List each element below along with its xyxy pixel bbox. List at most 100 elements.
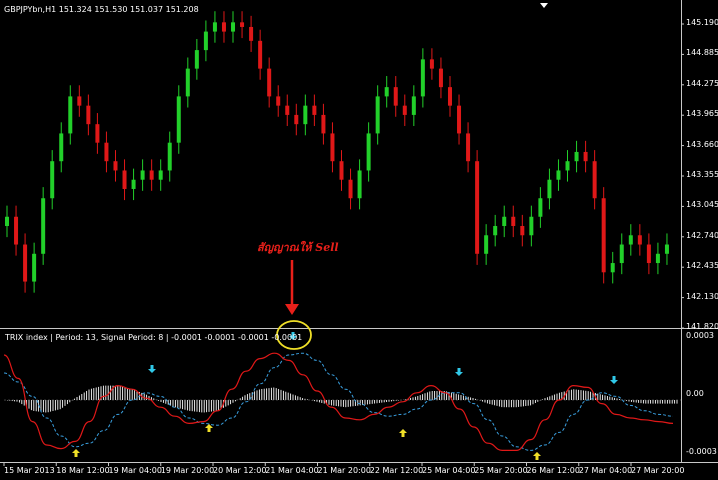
price-tick-label: 143.965 xyxy=(686,109,718,119)
time-tick-label: 27 Mar 20:00 xyxy=(631,466,685,475)
candle-body xyxy=(86,105,91,125)
time-tick-label: 15 Mar 2013 xyxy=(4,466,55,475)
candle-body xyxy=(77,96,82,106)
candle-body xyxy=(411,96,416,115)
candle-body xyxy=(167,142,172,171)
candle-body xyxy=(375,96,380,134)
price-tick-label: 143.355 xyxy=(686,170,718,179)
candle-body xyxy=(339,161,344,180)
price-tick-label: 142.130 xyxy=(686,291,718,301)
candle-body xyxy=(212,22,217,32)
symbol-header: GBPJPYbn,H1 151.324 151.530 151.037 151.… xyxy=(4,5,199,14)
buy-arrow-icon xyxy=(533,452,541,460)
candle-body xyxy=(520,226,525,236)
time-axis-line xyxy=(0,462,718,463)
buy-arrow-icon xyxy=(205,424,213,432)
candle-body xyxy=(32,253,37,282)
candle-body xyxy=(637,235,642,245)
indicator-label: TRIX index | Period: 13, Signal Period: … xyxy=(5,333,303,342)
chevron-down-icon[interactable] xyxy=(540,3,548,8)
candle-body xyxy=(628,235,633,245)
candle-body xyxy=(583,151,588,162)
candle-body xyxy=(610,263,615,273)
annotation-arrow-head xyxy=(285,304,299,315)
candle-body xyxy=(538,198,543,217)
time-tick-label: 27 Mar 04:00 xyxy=(578,466,633,475)
candle-body xyxy=(249,26,254,41)
time-tick-label: 25 Mar 04:00 xyxy=(422,466,476,475)
candle-body xyxy=(131,179,136,189)
candle-body xyxy=(41,198,46,254)
candle-body xyxy=(511,216,516,227)
candle-body xyxy=(14,216,19,245)
candle-body xyxy=(68,96,73,134)
candle-body xyxy=(59,133,64,162)
candle-body xyxy=(321,114,326,134)
time-tick-label: 20 Mar 12:00 xyxy=(213,466,267,475)
price-tick-label: 145.190 xyxy=(686,18,718,27)
candle-body xyxy=(285,105,290,115)
candle-body xyxy=(646,244,651,264)
price-axis-line xyxy=(681,0,682,462)
time-tick-label: 26 Mar 12:00 xyxy=(526,466,580,475)
signal-arrows xyxy=(72,332,618,460)
candle-body xyxy=(592,161,597,199)
candle-body xyxy=(475,161,480,254)
time-tick-label: 19 Mar 04:00 xyxy=(108,466,162,475)
candle-body xyxy=(95,124,100,143)
candle-body xyxy=(493,226,498,236)
candle-body xyxy=(348,179,353,199)
time-tick-label: 25 Mar 20:00 xyxy=(474,466,528,475)
candle-body xyxy=(276,96,281,106)
time-tick-label: 18 Mar 12:00 xyxy=(56,466,110,475)
candle-body xyxy=(655,253,660,264)
sell-arrow-icon xyxy=(148,365,156,373)
candle-body xyxy=(221,22,226,32)
candle-body xyxy=(502,216,507,227)
candle-body xyxy=(149,170,154,180)
candle-body xyxy=(438,68,443,88)
indicator-tick-label: -0.0003 xyxy=(686,447,717,456)
time-tick-label: 22 Mar 12:00 xyxy=(369,466,424,475)
sell-arrow-icon xyxy=(610,376,618,384)
candle-body xyxy=(258,40,263,69)
time-tick-label: 21 Mar 20:00 xyxy=(317,466,371,475)
candle-body xyxy=(664,244,669,254)
buy-arrow-icon xyxy=(399,429,407,437)
candle-body xyxy=(5,216,9,227)
price-tick-label: 142.435 xyxy=(686,261,718,271)
candle-body xyxy=(574,151,579,162)
price-tick-label: 142.740 xyxy=(686,230,718,240)
candle-body xyxy=(240,22,245,27)
candle-body xyxy=(384,87,389,97)
candle-body xyxy=(547,179,552,199)
candle-body xyxy=(23,244,28,282)
candle-body xyxy=(303,105,308,125)
candle-body xyxy=(447,87,452,106)
chart-canvas[interactable] xyxy=(0,0,718,480)
indicator-tick-label: 0.0003 xyxy=(686,331,714,340)
candle-body xyxy=(176,96,181,143)
sell-arrow-icon xyxy=(455,368,463,376)
price-tick-label: 144.885 xyxy=(686,48,718,58)
candle-body xyxy=(194,50,199,69)
candle-body xyxy=(402,105,407,115)
candle-body xyxy=(185,68,190,97)
candle-body xyxy=(267,68,272,97)
candle-body xyxy=(158,170,163,180)
candle-body xyxy=(366,133,371,171)
time-tick-label: 19 Mar 20:00 xyxy=(160,466,215,475)
candle-body xyxy=(203,31,208,51)
price-tick-label: 143.660 xyxy=(686,139,718,149)
sell-signal-annotation: สัญญาณให้ Sell xyxy=(257,241,339,254)
candle-body xyxy=(565,161,570,171)
candle-body xyxy=(122,170,127,189)
candle-body xyxy=(231,22,236,32)
candle-body xyxy=(466,133,471,162)
candle-body xyxy=(294,114,299,125)
candle-body xyxy=(619,244,624,264)
candle-body xyxy=(484,235,489,254)
candle-body xyxy=(556,170,561,180)
price-tick-label: 141.820 xyxy=(686,322,718,331)
price-tick-label: 144.275 xyxy=(686,78,718,88)
